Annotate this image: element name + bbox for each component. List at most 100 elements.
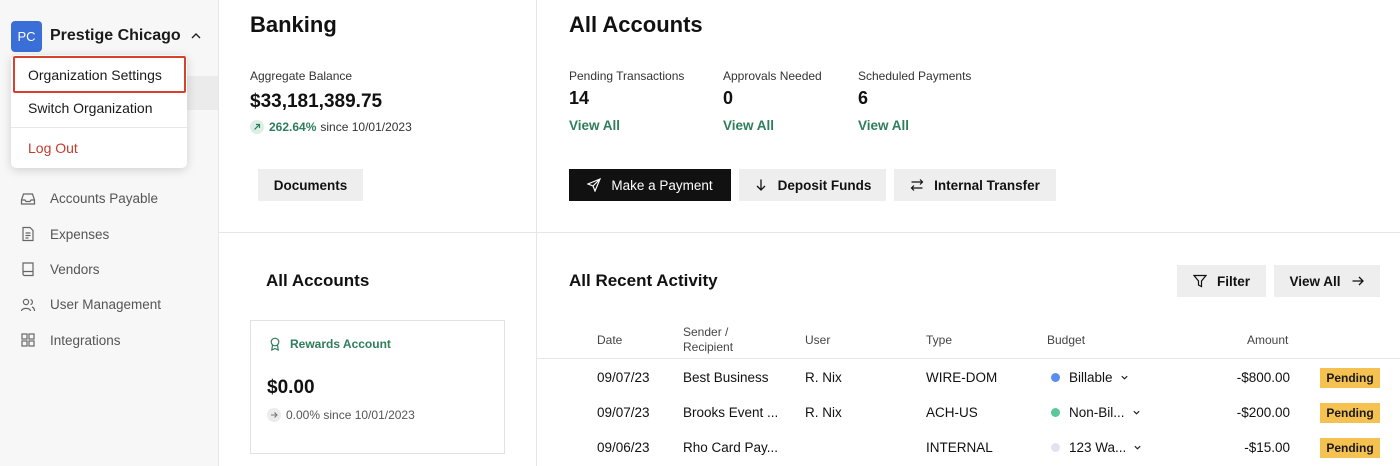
col-header-sender-line1: Sender / [683,325,729,339]
org-avatar: PC [11,20,42,52]
grid-icon [21,333,35,347]
banking-panel: Banking Aggregate Balance $33,181,389.75… [219,0,537,233]
award-icon [270,337,280,351]
accounts-list-title: All Accounts [266,271,370,290]
logout-menu-item[interactable]: Log Out [11,132,187,164]
sidebar-item-label: Accounts Payable [50,191,159,207]
make-payment-label: Make a Payment [611,177,713,193]
table-row[interactable]: 09/07/23 Best Business R. Nix WIRE-DOM B… [537,360,1400,395]
table-row[interactable]: 09/06/23 Rho Card Pay... INTERNAL 123 Wa… [537,430,1400,465]
stat-label: Approvals Needed [723,69,822,83]
account-growth: 0.00% since 10/01/2023 [267,408,415,422]
menu-divider [11,127,187,128]
row-amount: -$15.00 [1244,440,1290,455]
row-budget-select[interactable]: 123 Wa... [1051,430,1142,465]
row-sender: Rho Card Pay... [683,440,779,455]
chevron-down-icon [1120,375,1128,380]
view-all-activity-button[interactable]: View All [1274,265,1380,297]
budget-label: 123 Wa... [1069,440,1127,455]
row-type: WIRE-DOM [926,370,998,385]
org-menu: Organization Settings Switch Organizatio… [11,55,187,168]
status-badge: Pending [1320,403,1380,423]
stat-value: 0 [723,88,734,108]
internal-transfer-button[interactable]: Internal Transfer [894,169,1056,201]
receipt-icon [22,226,34,242]
aggregate-balance-label: Aggregate Balance [250,69,353,83]
chevron-down-icon [1134,445,1141,450]
account-name-label: Rewards Account [290,337,391,351]
org-settings-menu-item[interactable]: Organization Settings [13,56,186,93]
arrow-right-icon [1352,276,1364,286]
sidebar-item-expenses[interactable]: Expenses [20,216,210,251]
sidebar-item-accounts-payable[interactable]: Accounts Payable [20,181,210,216]
budget-color-dot [1051,408,1060,417]
sidebar-item-label: Integrations [50,332,121,348]
filter-label: Filter [1216,273,1250,289]
account-name: Rewards Account [268,337,391,351]
make-payment-button[interactable]: Make a Payment [569,169,731,201]
stat-approvals-needed: Approvals Needed 0 View All [723,69,822,133]
budget-color-dot [1051,443,1060,452]
stat-label: Pending Transactions [569,69,685,83]
row-budget-select[interactable]: Non-Bil... [1051,395,1141,430]
table-row[interactable]: 09/07/23 Brooks Event ... R. Nix ACH-US … [537,395,1400,430]
chevron-down-icon [1132,410,1140,415]
filter-icon [1192,274,1207,288]
account-growth-text: 0.00% since 10/01/2023 [286,408,415,422]
deposit-funds-label: Deposit Funds [777,177,872,193]
sidebar-item-vendors[interactable]: Vendors [20,252,210,287]
row-budget-select[interactable]: Billable [1051,360,1129,395]
col-header-amount[interactable]: Amount [1247,333,1288,347]
col-header-sender[interactable]: Sender / Recipient [683,325,733,355]
chevron-up-icon [191,33,201,39]
org-name: Prestige Chicago [50,27,181,44]
sidebar-item-user-management[interactable]: User Management [20,287,210,322]
users-icon [20,298,36,312]
sidebar-item-integrations[interactable]: Integrations [20,323,210,358]
budget-color-dot [1051,373,1060,382]
stat-value: 14 [569,88,590,108]
aggregate-growth: 262.64% since 10/01/2023 [250,120,412,134]
stat-pending-transactions: Pending Transactions 14 View All [569,69,684,133]
accounts-list-panel: All Accounts Rewards Account $0.00 0.00%… [219,233,537,466]
org-switcher[interactable]: PC Prestige Chicago [11,20,201,52]
col-header-date[interactable]: Date [597,333,622,347]
row-date: 09/06/23 [597,440,650,455]
sidebar-item-label: User Management [50,297,162,313]
table-header-divider [537,358,1400,359]
all-accounts-title: All Accounts [569,12,703,37]
col-header-user[interactable]: User [805,333,830,347]
view-all-label: View All [1289,273,1341,289]
pending-view-all-link[interactable]: View All [569,118,684,133]
arrow-down-icon [756,179,766,191]
growth-since: since 10/01/2023 [320,120,412,134]
stat-label: Scheduled Payments [858,69,972,83]
all-accounts-panel: All Accounts Pending Transactions 14 Vie… [537,0,1400,233]
sidebar-item-label: Expenses [50,226,110,242]
stat-scheduled-payments: Scheduled Payments 6 View All [858,69,971,133]
sidebar-nav: Accounts Payable Expenses Vendors User M… [20,181,210,358]
col-header-sender-line2: Recipient [683,340,734,354]
scheduled-view-all-link[interactable]: View All [858,118,971,133]
switch-org-menu-item[interactable]: Switch Organization [11,92,187,124]
row-type: ACH-US [926,405,978,420]
inbox-icon [20,193,36,205]
recent-activity-panel: All Recent Activity Filter View All Date… [537,233,1400,466]
col-header-budget[interactable]: Budget [1047,333,1085,347]
row-user: R. Nix [805,405,842,420]
book-icon [22,262,34,277]
documents-button[interactable]: Documents [258,169,363,201]
col-header-type[interactable]: Type [926,333,952,347]
filter-button[interactable]: Filter [1177,265,1266,297]
row-date: 09/07/23 [597,405,650,420]
sidebar-selected-highlight [184,76,218,110]
recent-activity-title: All Recent Activity [569,271,718,290]
status-badge: Pending [1320,438,1380,458]
approvals-view-all-link[interactable]: View All [723,118,822,133]
send-icon [587,178,602,192]
budget-label: Billable [1069,370,1113,385]
status-badge: Pending [1320,368,1380,388]
rewards-account-card[interactable]: Rewards Account $0.00 0.00% since 10/01/… [250,320,505,454]
row-date: 09/07/23 [597,370,650,385]
deposit-funds-button[interactable]: Deposit Funds [739,169,886,201]
